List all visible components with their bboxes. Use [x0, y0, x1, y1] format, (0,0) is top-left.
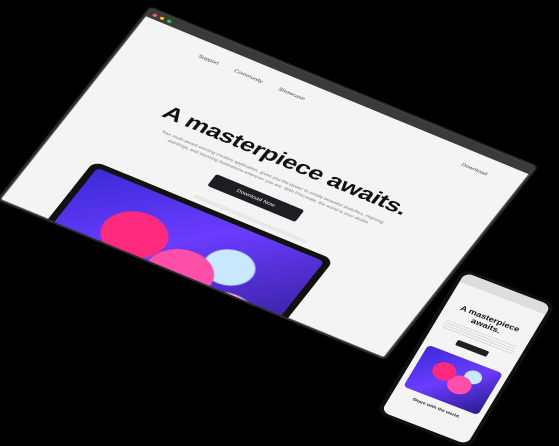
maximize-window-icon[interactable]: [166, 18, 173, 24]
close-window-icon[interactable]: [151, 12, 159, 18]
nav-link-community[interactable]: Community: [233, 69, 264, 84]
minimize-window-icon[interactable]: [159, 15, 166, 21]
phone-artwork-image: [403, 344, 504, 416]
nav-link-showcase[interactable]: Showcase: [277, 87, 306, 101]
site-nav: Support Community Showcase: [133, 16, 529, 190]
mockup-stage: Support Community Showcase Download A ma…: [0, 0, 559, 446]
artwork-image: [19, 167, 325, 359]
nav-link-support[interactable]: Support: [197, 54, 220, 66]
